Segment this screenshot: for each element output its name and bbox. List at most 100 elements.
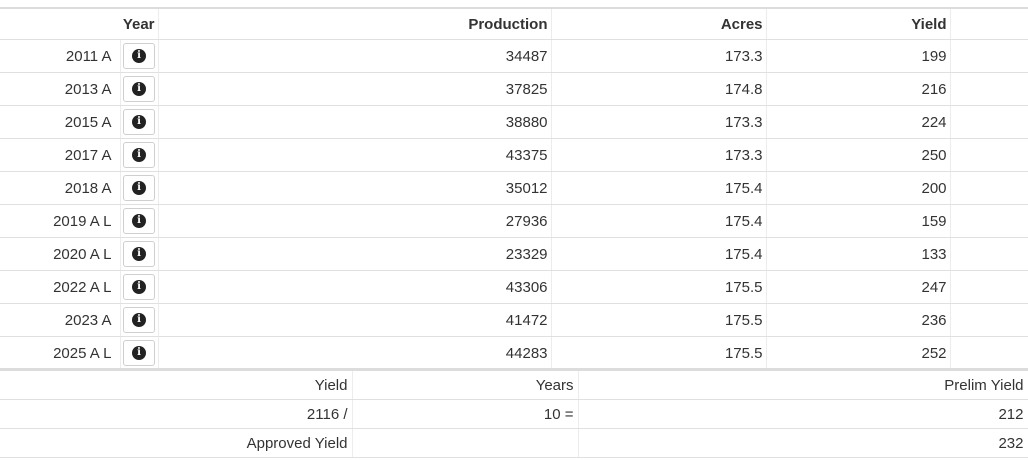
production-cell: 35012 xyxy=(158,171,552,205)
info-cell: i xyxy=(120,237,159,271)
summary-yield-label: Yield xyxy=(0,371,353,400)
header-acres[interactable]: Acres xyxy=(551,9,767,40)
production-cell: 27936 xyxy=(158,204,552,238)
acres-cell: 174.8 xyxy=(551,72,767,106)
acres-cell: 175.4 xyxy=(551,171,767,205)
table-header-row: Year Production Acres Yield xyxy=(0,9,1028,40)
info-button[interactable]: i xyxy=(123,307,155,333)
header-production[interactable]: Production xyxy=(158,9,552,40)
summary-label-row: Yield Years Prelim Yield xyxy=(0,371,1028,400)
info-circle-icon: i xyxy=(132,247,146,261)
year-cell: 2018 A xyxy=(0,171,121,205)
empty-cell xyxy=(950,270,1028,304)
info-circle-icon: i xyxy=(132,346,146,360)
info-cell: i xyxy=(120,39,159,73)
year-cell: 2017 A xyxy=(0,138,121,172)
info-button[interactable]: i xyxy=(123,43,155,69)
acres-cell: 175.4 xyxy=(551,204,767,238)
info-circle-icon: i xyxy=(132,214,146,228)
summary-prelim-value: 212 xyxy=(578,399,1028,429)
yield-cell: 252 xyxy=(766,336,951,370)
yield-cell: 236 xyxy=(766,303,951,337)
production-cell: 37825 xyxy=(158,72,552,106)
table-row: 2011 A i 34487 173.3 199 xyxy=(0,39,1028,73)
info-circle-icon: i xyxy=(132,280,146,294)
summary-years-label: Years xyxy=(352,371,579,400)
empty-cell xyxy=(950,336,1028,370)
empty-cell xyxy=(950,138,1028,172)
info-button[interactable]: i xyxy=(123,274,155,300)
production-cell: 23329 xyxy=(158,237,552,271)
table-row: 2022 A L i 43306 175.5 247 xyxy=(0,270,1028,304)
info-button[interactable]: i xyxy=(123,208,155,234)
info-button[interactable]: i xyxy=(123,340,155,366)
acres-cell: 175.5 xyxy=(551,270,767,304)
table-row: 2025 A L i 44283 175.5 252 xyxy=(0,336,1028,370)
production-cell: 38880 xyxy=(158,105,552,139)
info-cell: i xyxy=(120,336,159,370)
table-row: 2019 A L i 27936 175.4 159 xyxy=(0,204,1028,238)
year-cell: 2025 A L xyxy=(0,336,121,370)
table-row: 2020 A L i 23329 175.4 133 xyxy=(0,237,1028,271)
info-circle-icon: i xyxy=(132,148,146,162)
year-cell: 2020 A L xyxy=(0,237,121,271)
year-cell: 2015 A xyxy=(0,105,121,139)
year-cell: 2019 A L xyxy=(0,204,121,238)
acres-cell: 175.5 xyxy=(551,336,767,370)
production-cell: 44283 xyxy=(158,336,552,370)
summary-value-row: 2116 / 10 = 212 xyxy=(0,399,1028,429)
summary-yield-total: 2116 / xyxy=(0,399,353,429)
info-cell: i xyxy=(120,270,159,304)
info-button[interactable]: i xyxy=(123,241,155,267)
yield-summary-table: Yield Years Prelim Yield 2116 / 10 = 212… xyxy=(0,371,1028,458)
acres-cell: 173.3 xyxy=(551,105,767,139)
empty-cell xyxy=(950,39,1028,73)
info-button[interactable]: i xyxy=(123,175,155,201)
info-button[interactable]: i xyxy=(123,142,155,168)
production-cell: 43306 xyxy=(158,270,552,304)
info-circle-icon: i xyxy=(132,49,146,63)
yield-cell: 247 xyxy=(766,270,951,304)
empty-cell xyxy=(950,105,1028,139)
production-cell: 34487 xyxy=(158,39,552,73)
info-circle-icon: i xyxy=(132,82,146,96)
info-cell: i xyxy=(120,72,159,106)
production-cell: 43375 xyxy=(158,138,552,172)
year-cell: 2013 A xyxy=(0,72,121,106)
summary-approved-row: Approved Yield 232 xyxy=(0,428,1028,458)
table-row: 2018 A i 35012 175.4 200 xyxy=(0,171,1028,205)
acres-cell: 173.3 xyxy=(551,138,767,172)
info-circle-icon: i xyxy=(132,181,146,195)
empty-cell xyxy=(950,171,1028,205)
empty-cell xyxy=(950,204,1028,238)
yield-cell: 159 xyxy=(766,204,951,238)
info-button[interactable]: i xyxy=(123,109,155,135)
table-row: 2015 A i 38880 173.3 224 xyxy=(0,105,1028,139)
info-cell: i xyxy=(120,171,159,205)
info-cell: i xyxy=(120,204,159,238)
header-empty xyxy=(950,9,1028,40)
table-row: 2023 A i 41472 175.5 236 xyxy=(0,303,1028,337)
acres-cell: 175.5 xyxy=(551,303,767,337)
empty-cell xyxy=(950,72,1028,106)
acres-cell: 173.3 xyxy=(551,39,767,73)
production-cell: 41472 xyxy=(158,303,552,337)
yield-cell: 224 xyxy=(766,105,951,139)
table-body: 2011 A i 34487 173.3 199 2013 A i 37825 … xyxy=(0,39,1028,370)
yield-cell: 216 xyxy=(766,72,951,106)
header-yield[interactable]: Yield xyxy=(766,9,951,40)
table-row: 2013 A i 37825 174.8 216 xyxy=(0,72,1028,106)
summary-approved-spacer xyxy=(352,428,579,458)
header-year[interactable]: Year xyxy=(0,9,159,40)
year-cell: 2011 A xyxy=(0,39,121,73)
info-circle-icon: i xyxy=(132,313,146,327)
summary-prelim-label: Prelim Yield xyxy=(578,371,1028,400)
info-cell: i xyxy=(120,303,159,337)
summary-approved-value: 232 xyxy=(578,428,1028,458)
yield-cell: 133 xyxy=(766,237,951,271)
info-circle-icon: i xyxy=(132,115,146,129)
empty-cell xyxy=(950,303,1028,337)
empty-cell xyxy=(950,237,1028,271)
info-button[interactable]: i xyxy=(123,76,155,102)
acres-cell: 175.4 xyxy=(551,237,767,271)
